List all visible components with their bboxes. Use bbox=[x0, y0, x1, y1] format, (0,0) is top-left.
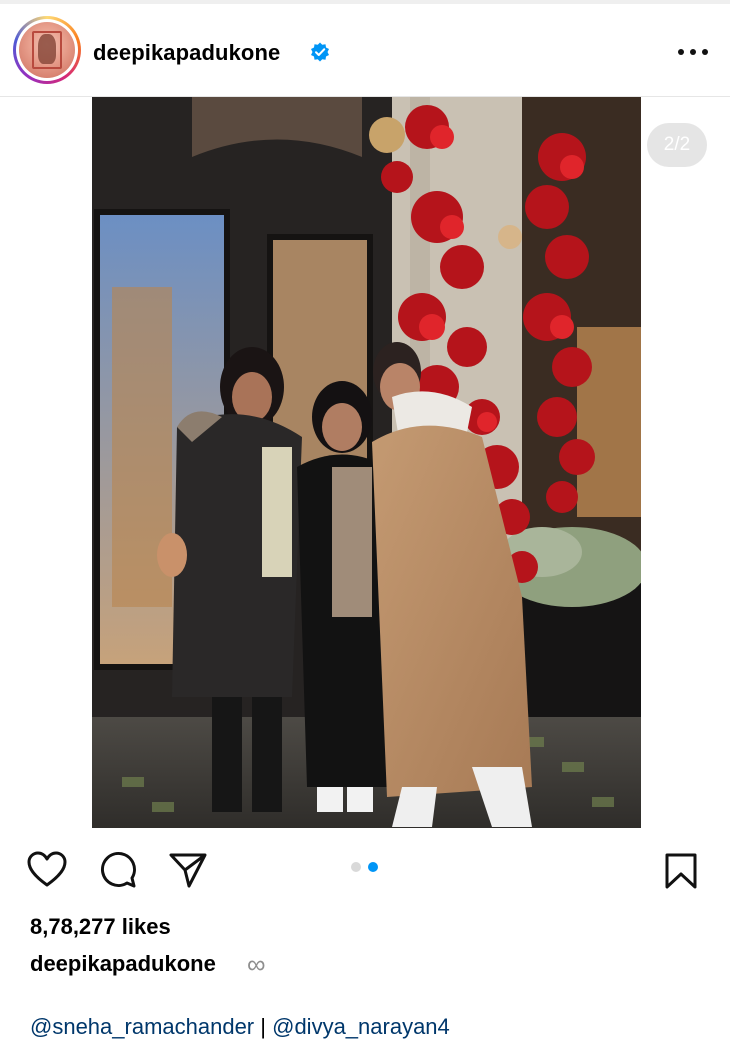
more-options-icon[interactable] bbox=[678, 44, 708, 60]
carousel-dot-active bbox=[368, 862, 378, 872]
post-header: deepikapadukone bbox=[0, 4, 730, 96]
heart-icon[interactable] bbox=[27, 851, 67, 889]
share-icon[interactable] bbox=[168, 851, 208, 889]
caption-tags: @sneha_ramachander | @divya_narayan4 bbox=[30, 1014, 450, 1040]
comment-icon[interactable] bbox=[99, 851, 137, 889]
caption-infinity-symbol: ∞ bbox=[247, 949, 266, 979]
caption-username[interactable]: deepikapadukone bbox=[30, 951, 216, 977]
avatar[interactable] bbox=[13, 16, 81, 84]
post-username[interactable]: deepikapadukone bbox=[93, 40, 280, 66]
post-photo[interactable] bbox=[92, 97, 641, 828]
tag-separator: | bbox=[260, 1014, 266, 1039]
photo-illustration bbox=[92, 97, 641, 828]
carousel-indicator bbox=[351, 862, 378, 872]
verified-icon bbox=[311, 42, 329, 62]
tag-link-2[interactable]: @divya_narayan4 bbox=[272, 1014, 450, 1039]
carousel-dot bbox=[351, 862, 361, 872]
bookmark-icon[interactable] bbox=[664, 852, 698, 890]
media-counter: 2/2 bbox=[647, 123, 707, 167]
tag-link-1[interactable]: @sneha_ramachander bbox=[30, 1014, 254, 1039]
likes-count[interactable]: 8,78,277 likes bbox=[30, 914, 171, 940]
